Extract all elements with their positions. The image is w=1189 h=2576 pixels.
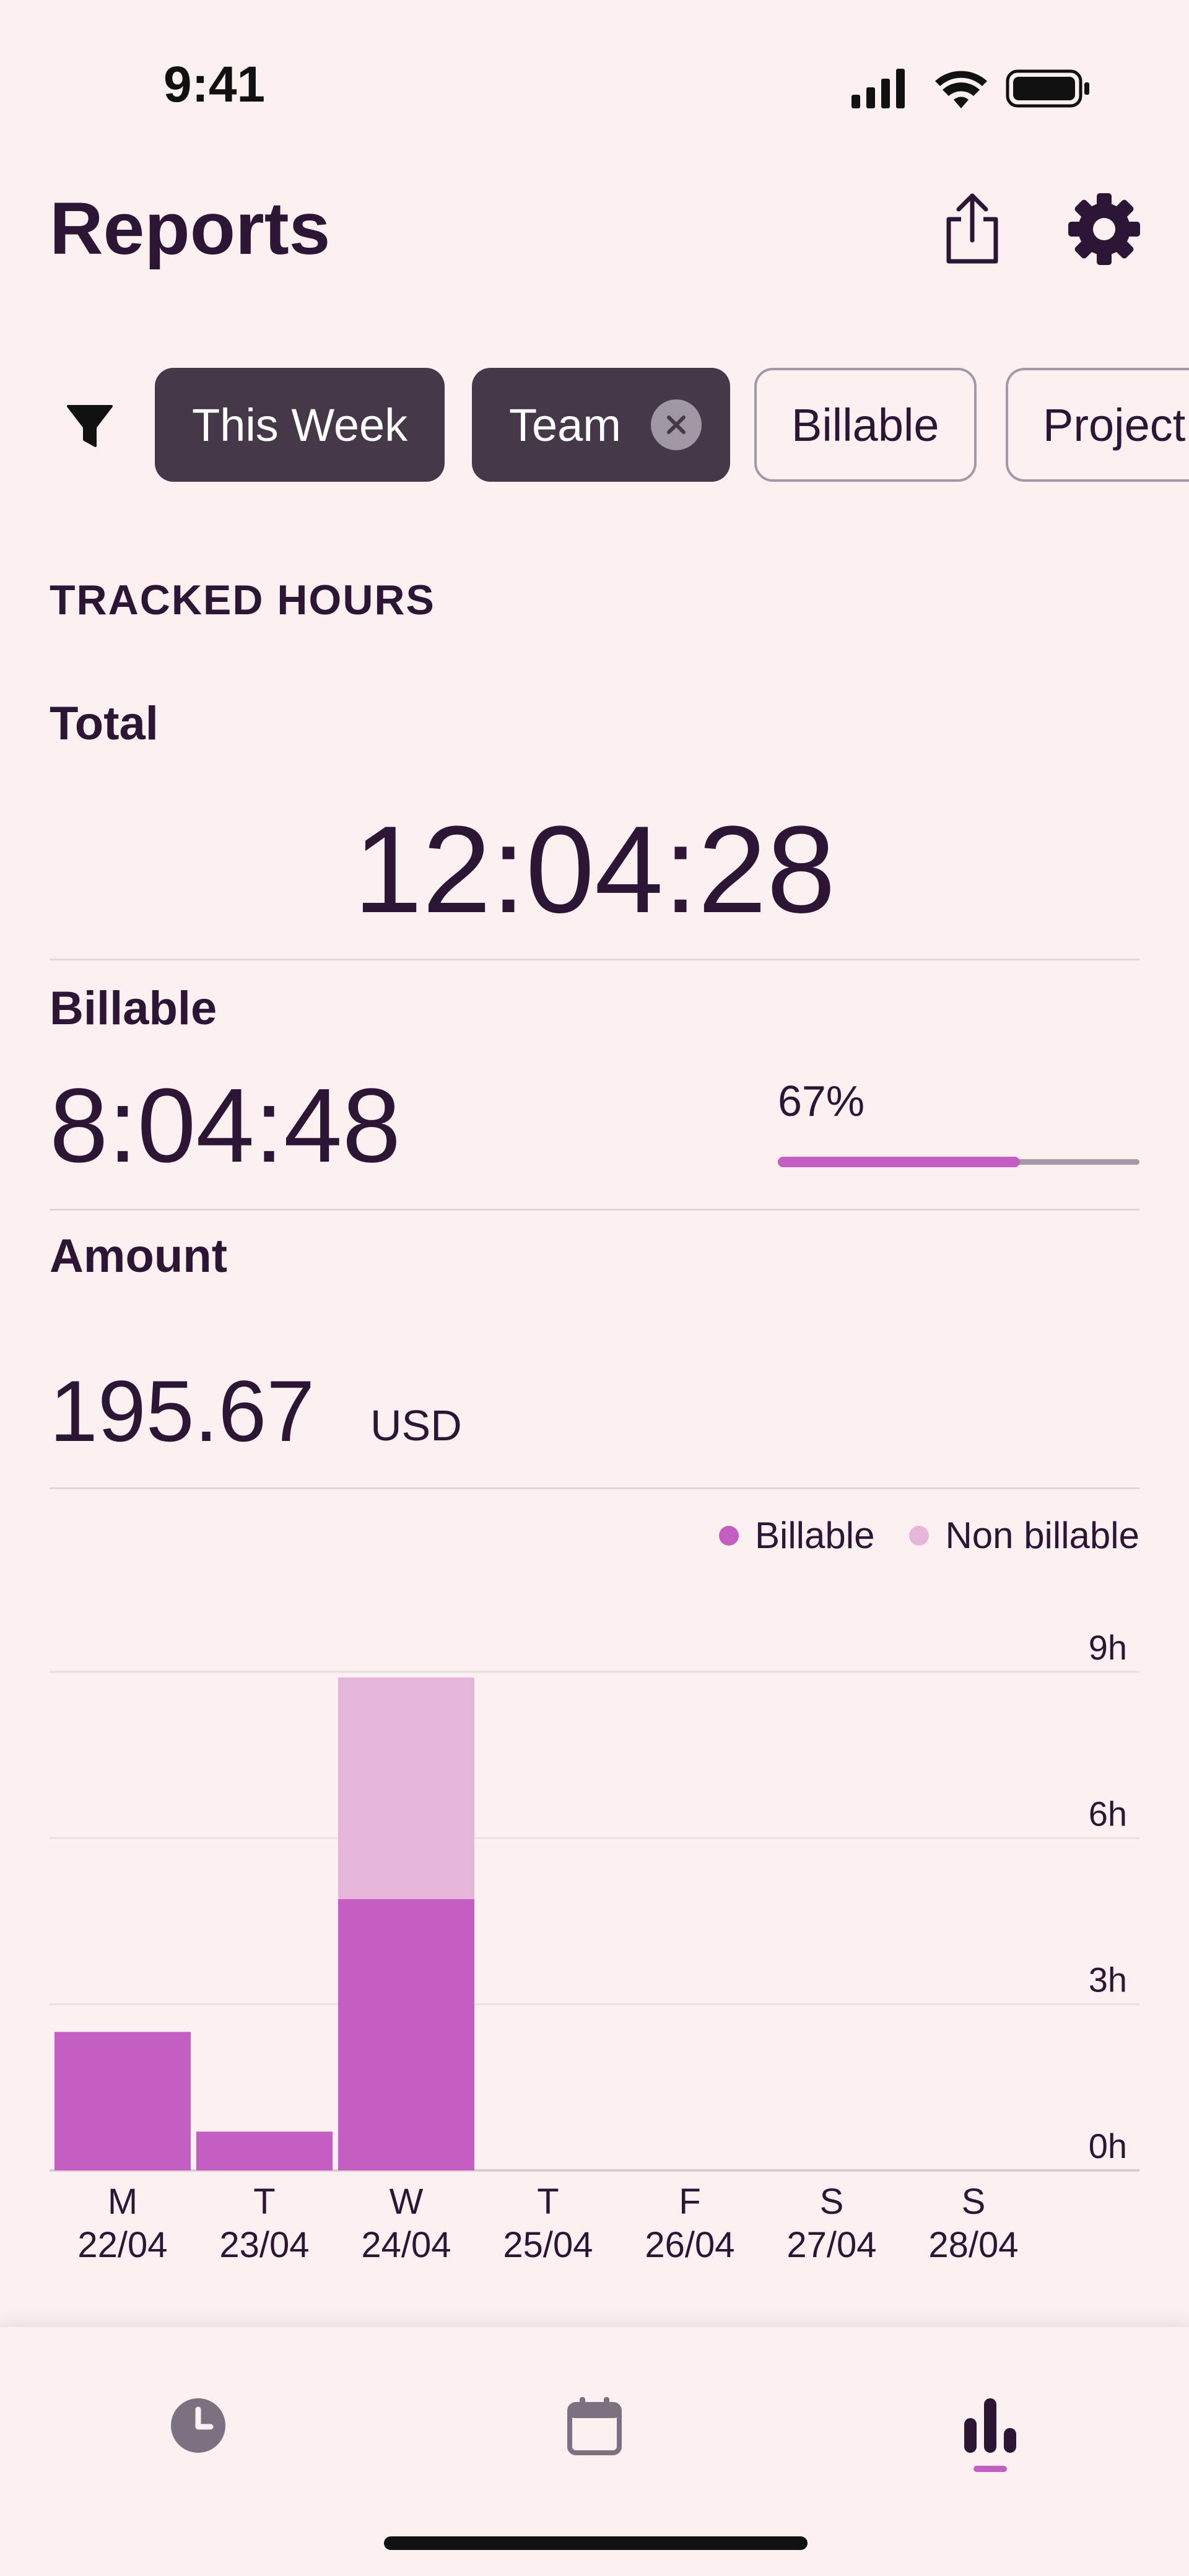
x-tick-date: 28/04 bbox=[928, 2225, 1018, 2265]
total-label: Total bbox=[50, 697, 159, 750]
x-tick-day: T bbox=[253, 2182, 275, 2222]
status-time: 9:41 bbox=[163, 56, 266, 113]
divider bbox=[50, 1487, 1139, 1489]
x-tick-day: M bbox=[108, 2182, 137, 2222]
settings-button[interactable] bbox=[1064, 183, 1144, 276]
clock-icon bbox=[171, 2398, 225, 2453]
x-tick-day: F bbox=[679, 2182, 700, 2222]
battery-icon bbox=[1006, 69, 1089, 108]
gear-icon bbox=[1068, 193, 1140, 265]
x-tick-day: S bbox=[820, 2182, 844, 2222]
total-value: 12:04:28 bbox=[353, 801, 836, 939]
amount-currency: USD bbox=[370, 1401, 462, 1450]
y-tick-label: 9h bbox=[1089, 1628, 1127, 1667]
share-icon bbox=[946, 193, 998, 264]
chart-legend: Billable Non billable bbox=[684, 1514, 1139, 1557]
chip-remove-button[interactable] bbox=[650, 399, 702, 450]
tab-timer[interactable] bbox=[152, 2379, 245, 2472]
filter-icon[interactable] bbox=[62, 402, 118, 452]
cellular-signal-icon bbox=[851, 69, 905, 108]
home-indicator bbox=[384, 2536, 808, 2550]
billable-progress-fill bbox=[778, 1157, 1021, 1167]
bar-billable bbox=[196, 2131, 333, 2170]
chip-label: This Week bbox=[192, 399, 408, 451]
bar-non-billable bbox=[338, 1677, 474, 1899]
chip-label: Team bbox=[509, 399, 621, 451]
chip-project[interactable]: Project bbox=[1006, 368, 1189, 482]
x-tick-day: S bbox=[962, 2182, 986, 2222]
selected-tab-indicator bbox=[973, 2466, 1007, 2472]
chip-billable[interactable]: Billable bbox=[754, 368, 977, 482]
billable-value: 8:04:48 bbox=[50, 1067, 401, 1185]
tab-reports[interactable] bbox=[944, 2379, 1037, 2472]
x-tick-date: 23/04 bbox=[219, 2225, 309, 2265]
page-title: Reports bbox=[50, 187, 331, 270]
billable-label: Billable bbox=[50, 982, 217, 1035]
x-tick-date: 25/04 bbox=[503, 2225, 593, 2265]
close-icon bbox=[666, 416, 686, 434]
divider bbox=[50, 1209, 1139, 1211]
tab-calendar[interactable] bbox=[548, 2379, 641, 2472]
legend-label: Billable bbox=[755, 1515, 875, 1556]
bar-billable bbox=[338, 1899, 474, 2170]
x-tick-date: 22/04 bbox=[77, 2225, 167, 2265]
legend-label: Non billable bbox=[945, 1515, 1139, 1556]
calendar-icon bbox=[567, 2397, 622, 2455]
legend-item-billable: Billable bbox=[719, 1514, 874, 1557]
hours-bar-chart: 0h3h6h9hM22/04T23/04W24/04T25/04F26/04S2… bbox=[50, 1628, 1139, 2265]
y-tick-label: 3h bbox=[1089, 1960, 1127, 1999]
x-tick-date: 24/04 bbox=[361, 2225, 451, 2265]
x-tick-day: W bbox=[390, 2182, 424, 2222]
divider bbox=[50, 959, 1139, 960]
legend-dot-billable bbox=[719, 1525, 739, 1546]
x-tick-day: T bbox=[537, 2182, 559, 2222]
chip-team[interactable]: Team bbox=[472, 368, 730, 482]
legend-item-non-billable: Non billable bbox=[909, 1514, 1139, 1557]
billable-percent: 67% bbox=[778, 1077, 865, 1125]
x-tick-date: 26/04 bbox=[645, 2225, 734, 2265]
amount-label: Amount bbox=[50, 1230, 228, 1282]
amount-value: 195.67 bbox=[50, 1362, 315, 1460]
y-tick-label: 6h bbox=[1089, 1794, 1127, 1833]
chip-label: Project bbox=[1043, 399, 1186, 451]
legend-dot-non-billable bbox=[909, 1525, 930, 1546]
wifi-icon bbox=[935, 71, 987, 108]
x-tick-date: 27/04 bbox=[786, 2225, 876, 2265]
chip-label: Billable bbox=[791, 399, 939, 451]
bar-billable bbox=[54, 2032, 191, 2170]
y-tick-label: 0h bbox=[1089, 2126, 1127, 2165]
chip-this-week[interactable]: This Week bbox=[155, 368, 445, 482]
reports-icon bbox=[964, 2398, 1016, 2453]
share-button[interactable] bbox=[932, 183, 1013, 276]
section-title: TRACKED HOURS bbox=[50, 577, 435, 624]
status-icons bbox=[851, 69, 1089, 108]
